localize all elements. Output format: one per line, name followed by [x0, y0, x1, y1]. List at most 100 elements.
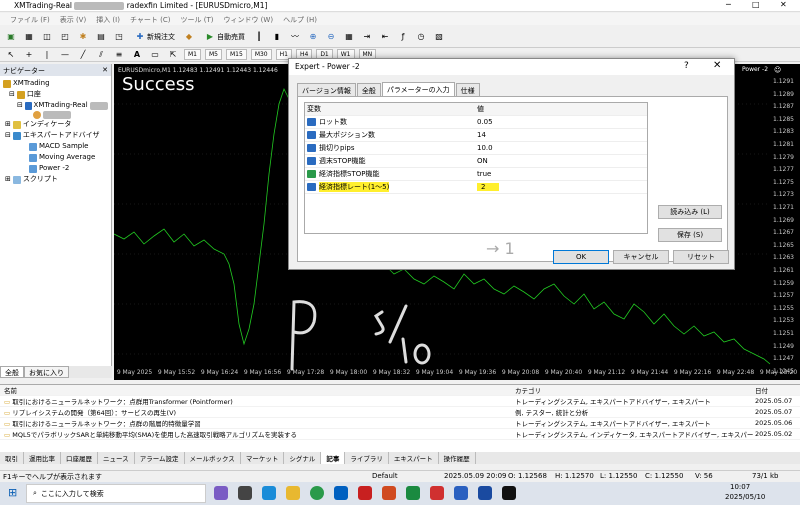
menu-chart[interactable]: チャート (C)	[130, 15, 171, 25]
param-row[interactable]: 経済指標STOP機能 true	[305, 168, 647, 181]
nav-tab-common[interactable]: 全般	[0, 366, 24, 378]
tree-item-account-real[interactable]: ⊟ XMTrading-Real	[3, 100, 108, 111]
tree-item-scripts[interactable]: ⊞ スクリプト	[3, 174, 108, 185]
powerpoint-icon[interactable]	[382, 486, 396, 500]
param-row-highlighted[interactable]: 経済指標レート(1〜5) 2	[305, 181, 647, 194]
param-value[interactable]: 0.05	[473, 118, 493, 126]
navigator-close-icon[interactable]: ✕	[102, 66, 108, 74]
terminal-tab[interactable]: メールボックス	[185, 452, 241, 464]
close-window-button[interactable]: ✕	[780, 0, 787, 9]
terminal-tab[interactable]: ニュース	[98, 452, 135, 464]
arrow-icon[interactable]: ⇱	[166, 48, 180, 62]
param-row[interactable]: 最大ポジション数 14	[305, 129, 647, 142]
terminal-tab[interactable]: マーケット	[241, 452, 285, 464]
minimize-button[interactable]: ─	[726, 0, 731, 9]
word-icon[interactable]	[454, 486, 468, 500]
templates-icon[interactable]: ▧	[432, 30, 446, 44]
candle-chart-icon[interactable]: ▮	[270, 30, 284, 44]
crosshair-icon[interactable]: +	[22, 48, 36, 62]
terminal-tab[interactable]: ライブラリ	[345, 452, 389, 464]
dialog-close-button[interactable]: ✕	[713, 60, 721, 71]
new-order-button[interactable]: ✚ 新規注文	[130, 29, 178, 45]
column-category[interactable]: カテゴリ	[515, 385, 755, 395]
menu-help[interactable]: ヘルプ (H)	[283, 15, 317, 25]
store-icon[interactable]	[334, 486, 348, 500]
indicators-icon[interactable]: ƒ	[396, 30, 410, 44]
menu-file[interactable]: ファイル (F)	[10, 15, 50, 25]
menu-insert[interactable]: 挿入 (I)	[96, 15, 120, 25]
param-row[interactable]: 週末STOP機能 ON	[305, 155, 647, 168]
dialog-help-button[interactable]: ?	[684, 61, 689, 71]
reset-button[interactable]: リセット	[673, 250, 729, 264]
terminal-tab[interactable]: 操作履歴	[439, 452, 476, 464]
cursor-icon[interactable]: ↖	[4, 48, 18, 62]
channel-icon[interactable]: ⫽	[94, 48, 108, 62]
autoscroll-icon[interactable]: ⇥	[360, 30, 374, 44]
terminal-tab[interactable]: エキスパート	[389, 452, 439, 464]
tree-item-accounts[interactable]: ⊟ 口座	[3, 89, 108, 100]
tree-item-experts[interactable]: ⊟ エキスパートアドバイザ	[3, 130, 108, 141]
param-row[interactable]: ロット数 0.05	[305, 116, 647, 129]
tree-item-ma[interactable]: Moving Average	[3, 152, 108, 163]
terminal-tab[interactable]: アラーム設定	[135, 452, 185, 464]
explorer-icon[interactable]	[286, 486, 300, 500]
excel-icon[interactable]	[406, 486, 420, 500]
terminal-tab[interactable]: 取引	[0, 452, 24, 464]
column-name[interactable]: 名前	[0, 385, 515, 395]
text-icon[interactable]: A	[130, 48, 144, 62]
nav-tab-favorites[interactable]: お気に入り	[24, 366, 69, 378]
tree-item-indicators[interactable]: ⊞ インディケータ	[3, 119, 108, 130]
new-chart-icon[interactable]: ▣	[4, 30, 18, 44]
terminal-tab[interactable]: 運用比率	[24, 452, 61, 464]
chrome-icon[interactable]	[310, 486, 324, 500]
menu-tools[interactable]: ツール (T)	[180, 15, 213, 25]
bar-chart-icon[interactable]: ┃	[252, 30, 266, 44]
article-row[interactable]: ▭ 取引におけるニューラルネットワーク：点群用Transformer (Poin…	[0, 396, 800, 407]
timeframe-m30[interactable]: M30	[250, 49, 272, 60]
tree-item-power[interactable]: Power -2	[3, 163, 108, 174]
param-value[interactable]: 2	[477, 183, 500, 191]
fibonacci-icon[interactable]: ≡	[112, 48, 126, 62]
param-value[interactable]: true	[473, 170, 491, 178]
metatrader-icon[interactable]	[502, 486, 516, 500]
periods-icon[interactable]: ◷	[414, 30, 428, 44]
terminal-icon[interactable]: ▤	[94, 30, 108, 44]
maximize-button[interactable]: □	[752, 0, 760, 9]
chart-shift-icon[interactable]: ⇤	[378, 30, 392, 44]
metaeditor-icon[interactable]: ◆	[182, 30, 196, 44]
timeframe-m5[interactable]: M5	[205, 49, 222, 60]
timeframe-m1[interactable]: M1	[184, 49, 201, 60]
tree-item-macd[interactable]: MACD Sample	[3, 141, 108, 152]
windows-start-icon[interactable]: ⊞	[8, 486, 17, 499]
terminal-tab[interactable]: シグナル	[284, 452, 322, 464]
tree-item-broker[interactable]: XMTrading	[3, 78, 108, 89]
param-row[interactable]: 損切りpips 10.0	[305, 142, 647, 155]
tab-inputs[interactable]: パラメーターの入力	[381, 82, 455, 97]
zoom-out-icon[interactable]: ⊖	[324, 30, 338, 44]
cancel-button[interactable]: キャンセル	[613, 250, 669, 264]
data-window-icon[interactable]: ◰	[58, 30, 72, 44]
edge-icon[interactable]	[262, 486, 276, 500]
taskbar-search[interactable]: ⌕ ここに入力して検索	[26, 484, 206, 503]
task-view-icon[interactable]	[238, 486, 252, 500]
menu-window[interactable]: ウィンドウ (W)	[223, 15, 273, 25]
article-row[interactable]: ▭ リプレイシステムの開発（第64回）：サービスの再生(V) 例, テスター, 統…	[0, 407, 800, 418]
vertical-line-icon[interactable]: |	[40, 48, 54, 62]
article-row[interactable]: ▭ MQL5でパラボリックSARと単純移動平均(SMA)を使用した高速取引戦略ア…	[0, 429, 800, 440]
tree-item-account-user[interactable]	[3, 111, 108, 119]
profiles-icon[interactable]: ▦	[22, 30, 36, 44]
trendline-icon[interactable]: ╱	[76, 48, 90, 62]
ok-button[interactable]: OK	[553, 250, 609, 264]
menu-view[interactable]: 表示 (V)	[60, 15, 86, 25]
load-button[interactable]: 読み込み (L)	[658, 205, 722, 219]
app-icon[interactable]	[478, 486, 492, 500]
market-watch-icon[interactable]: ◫	[40, 30, 54, 44]
article-row[interactable]: ▭ 取引におけるニューラルネットワーク：点群の階層的特徴量学習 トレーディングシス…	[0, 418, 800, 429]
label-icon[interactable]: ▭	[148, 48, 162, 62]
terminal-tab[interactable]: 口座履歴	[61, 452, 98, 464]
zoom-in-icon[interactable]: ⊕	[306, 30, 320, 44]
acrobat-icon[interactable]	[358, 486, 372, 500]
column-date[interactable]: 日付	[755, 385, 800, 395]
tester-icon[interactable]: ◳	[112, 30, 126, 44]
auto-trading-button[interactable]: ▶ 自動売買	[200, 29, 248, 45]
